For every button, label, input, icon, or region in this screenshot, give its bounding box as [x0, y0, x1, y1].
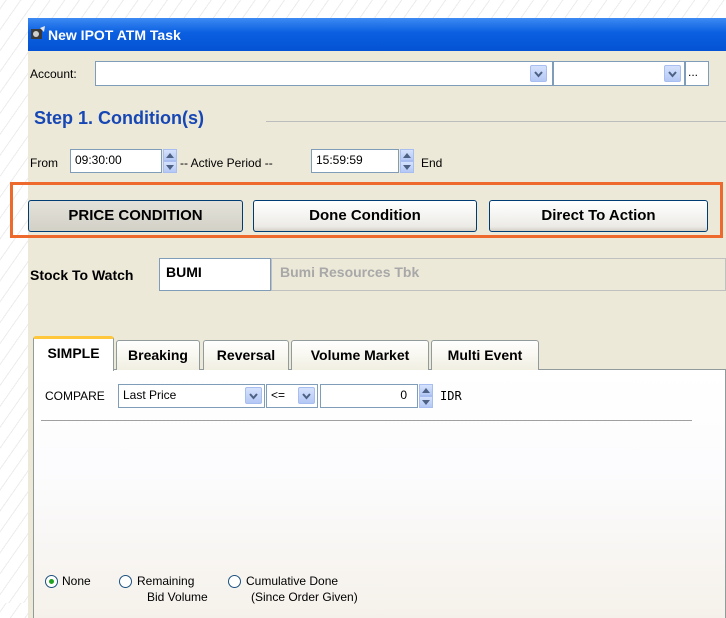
account-browse-button[interactable]: ... — [685, 61, 709, 86]
radio-cumulative-label: Cumulative Done — [246, 574, 339, 588]
spin-down-button[interactable] — [400, 161, 414, 173]
unit-label: IDR — [440, 389, 462, 403]
from-label: From — [30, 156, 58, 170]
highlight-box — [10, 182, 723, 238]
stock-to-watch-label: Stock To Watch — [30, 267, 134, 283]
account-label: Account: — [30, 67, 77, 81]
from-time-input[interactable]: 09:30:00 — [70, 149, 162, 173]
operator-dropdown-button[interactable] — [298, 387, 315, 404]
spin-up-button[interactable] — [400, 149, 414, 161]
account-select[interactable] — [95, 61, 553, 86]
tab-reversal[interactable]: Reversal — [203, 340, 289, 370]
chevron-down-icon — [249, 393, 258, 400]
step-divider — [266, 121, 726, 122]
chevron-down-icon — [302, 393, 311, 400]
radio-remaining-bid-volume[interactable] — [119, 575, 132, 588]
radio-remaining-label-2: Bid Volume — [147, 590, 208, 604]
compare-label: COMPARE — [45, 389, 105, 403]
tab-breaking[interactable]: Breaking — [116, 340, 200, 370]
compare-divider — [41, 420, 692, 421]
account-dropdown-button[interactable] — [530, 65, 547, 82]
compare-field-select[interactable]: Last Price — [118, 384, 265, 408]
arrow-up-icon — [403, 153, 411, 158]
end-time-input[interactable]: 15:59:59 — [311, 149, 399, 173]
tab-simple[interactable]: SIMPLE — [33, 336, 114, 371]
stock-code-input[interactable]: BUMI — [159, 258, 271, 291]
stock-name-display: Bumi Resources Tbk — [271, 258, 726, 291]
arrow-down-icon — [166, 165, 174, 170]
arrow-up-icon — [166, 153, 174, 158]
radio-remaining-label: Remaining — [137, 574, 195, 588]
step-title: Step 1. Condition(s) — [34, 108, 204, 128]
title-bar[interactable]: New IPOT ATM Task — [28, 18, 726, 51]
end-time-spinner[interactable] — [400, 149, 414, 173]
radio-none-label: None — [62, 574, 91, 588]
spin-up-button[interactable] — [163, 149, 177, 161]
chevron-down-icon — [668, 71, 677, 78]
radio-none[interactable] — [45, 575, 58, 588]
tab-volume-market[interactable]: Volume Market — [291, 340, 429, 370]
app-icon — [31, 26, 45, 39]
compare-field-dropdown-button[interactable] — [245, 387, 262, 404]
radio-cumulative-done[interactable] — [228, 575, 241, 588]
window-title: New IPOT ATM Task — [48, 27, 181, 43]
spin-up-button[interactable] — [419, 384, 433, 396]
task-window: New IPOT ATM Task Account: ... Step 1. C… — [28, 18, 726, 618]
arrow-down-icon — [403, 165, 411, 170]
tab-panel: COMPARE Last Price <= 0 IDR None Remaini… — [33, 369, 726, 618]
active-period-label: -- Active Period -- — [180, 156, 273, 170]
spin-down-button[interactable] — [163, 161, 177, 173]
compare-value-input[interactable]: 0 — [320, 384, 418, 408]
tab-multi-event[interactable]: Multi Event — [431, 340, 539, 370]
arrow-up-icon — [422, 388, 430, 393]
end-label: End — [421, 156, 443, 170]
from-time-spinner[interactable] — [163, 149, 177, 173]
arrow-down-icon — [422, 400, 430, 405]
radio-cumulative-label-2: (Since Order Given) — [251, 590, 358, 604]
chevron-down-icon — [534, 71, 543, 78]
spin-down-button[interactable] — [419, 396, 433, 408]
compare-value-spinner[interactable] — [419, 384, 433, 408]
secondary-dropdown-button[interactable] — [664, 65, 681, 82]
